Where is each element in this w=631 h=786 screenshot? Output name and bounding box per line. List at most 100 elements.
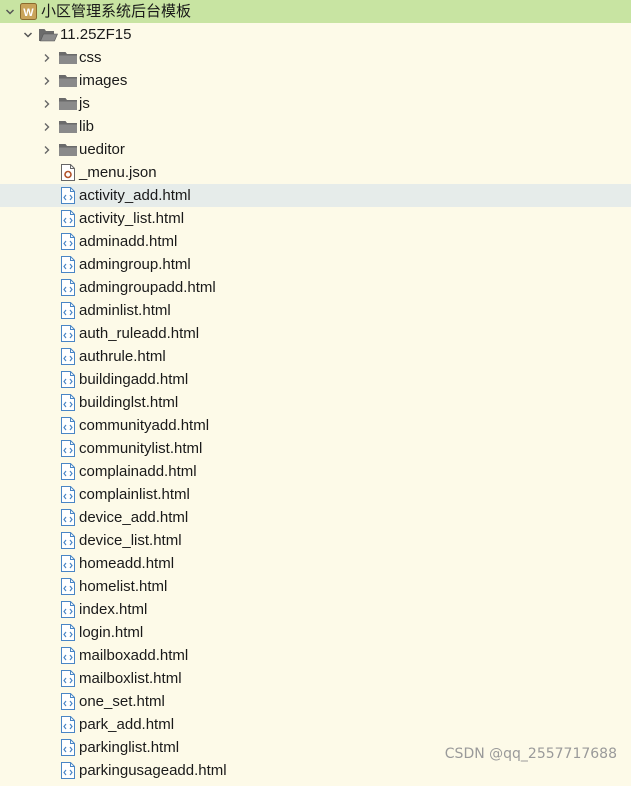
file-label: admingroupadd.html (79, 279, 216, 296)
tree-row-file[interactable]: adminlist.html (0, 299, 631, 322)
tree-row-file[interactable]: buildingadd.html (0, 368, 631, 391)
html-file-icon (61, 624, 79, 641)
html-file-icon (61, 532, 79, 549)
html-file-icon (61, 647, 79, 664)
html-file-icon (61, 509, 79, 526)
file-label: communitylist.html (79, 440, 203, 457)
html-file-icon (61, 187, 79, 204)
tree-row-folder[interactable]: lib (0, 115, 631, 138)
tree-row-file[interactable]: complainadd.html (0, 460, 631, 483)
file-label: complainlist.html (79, 486, 190, 503)
file-list: _menu.json activity_add.html activity_list… (0, 161, 631, 782)
html-file-icon (61, 233, 79, 250)
chevron-right-icon[interactable] (41, 69, 53, 92)
file-label: buildingadd.html (79, 371, 189, 388)
tree-row-file[interactable]: activity_add.html (0, 184, 631, 207)
tree-row-project[interactable]: W 小区管理系统后台模板 (0, 0, 631, 23)
tree-row-file[interactable]: _menu.json (0, 161, 631, 184)
folder-icon (58, 95, 77, 112)
tree-row-file[interactable]: authrule.html (0, 345, 631, 368)
tree-row-file[interactable]: one_set.html (0, 690, 631, 713)
html-file-icon (61, 693, 79, 710)
chevron-right-icon[interactable] (41, 115, 53, 138)
file-label: admingroup.html (79, 256, 191, 273)
project-label: 小区管理系统后台模板 (41, 3, 192, 20)
html-file-icon (61, 394, 79, 411)
html-file-icon (61, 762, 79, 779)
chevron-right-icon[interactable] (41, 46, 53, 69)
file-label: adminadd.html (79, 233, 178, 250)
web-project-icon: W (20, 3, 38, 20)
tree-row-file[interactable]: mailboxlist.html (0, 667, 631, 690)
file-label: parkingusageadd.html (79, 762, 227, 779)
chevron-down-icon[interactable] (4, 0, 16, 23)
tree-row-file[interactable]: homelist.html (0, 575, 631, 598)
file-label: communityadd.html (79, 417, 210, 434)
file-label: buildinglst.html (79, 394, 179, 411)
html-file-icon (61, 325, 79, 342)
html-file-icon (61, 486, 79, 503)
tree-row-file[interactable]: admingroup.html (0, 253, 631, 276)
file-label: homelist.html (79, 578, 168, 595)
folder-icon (58, 72, 77, 89)
folder-icon (58, 118, 77, 135)
chevron-right-icon[interactable] (41, 138, 53, 161)
file-label: one_set.html (79, 693, 165, 710)
tree-row-file[interactable]: complainlist.html (0, 483, 631, 506)
html-file-icon (61, 371, 79, 388)
tree-row-folder[interactable]: js (0, 92, 631, 115)
file-label: homeadd.html (79, 555, 175, 572)
file-label: mailboxadd.html (79, 647, 189, 664)
folder-label: js (79, 95, 90, 112)
html-file-icon (61, 279, 79, 296)
file-label: device_add.html (79, 509, 189, 526)
root-folder-label: 11.25ZF15 (60, 26, 132, 43)
file-label: mailboxlist.html (79, 670, 182, 687)
tree-row-file[interactable]: homeadd.html (0, 552, 631, 575)
folder-label: css (79, 49, 102, 66)
html-file-icon (61, 555, 79, 572)
chevron-right-icon[interactable] (41, 92, 53, 115)
watermark: CSDN @qq_2557717688 (444, 746, 617, 762)
tree-row-file[interactable]: adminadd.html (0, 230, 631, 253)
tree-row-file[interactable]: index.html (0, 598, 631, 621)
html-file-icon (61, 440, 79, 457)
tree-row-file[interactable]: communitylist.html (0, 437, 631, 460)
chevron-down-icon[interactable] (22, 23, 34, 46)
tree-row-file[interactable]: device_list.html (0, 529, 631, 552)
tree-row-folder[interactable]: css (0, 46, 631, 69)
folder-icon (58, 141, 77, 158)
html-file-icon (61, 463, 79, 480)
tree-row-file[interactable]: admingroupadd.html (0, 276, 631, 299)
file-label: authrule.html (79, 348, 166, 365)
html-file-icon (61, 716, 79, 733)
tree-row-file[interactable]: buildinglst.html (0, 391, 631, 414)
tree-row-file[interactable]: communityadd.html (0, 414, 631, 437)
json-file-icon (61, 164, 79, 181)
folder-label: images (79, 72, 128, 89)
tree-row-file[interactable]: auth_ruleadd.html (0, 322, 631, 345)
tree-row-file[interactable]: activity_list.html (0, 207, 631, 230)
tree-row-file[interactable]: mailboxadd.html (0, 644, 631, 667)
html-file-icon (61, 302, 79, 319)
folder-label: ueditor (79, 141, 125, 158)
tree-row-file[interactable]: parkingusageadd.html (0, 759, 631, 782)
html-file-icon (61, 739, 79, 756)
tree-row-file[interactable]: login.html (0, 621, 631, 644)
file-label: complainadd.html (79, 463, 197, 480)
file-label: activity_list.html (79, 210, 185, 227)
html-file-icon (61, 601, 79, 618)
file-label: device_list.html (79, 532, 182, 549)
html-file-icon (61, 417, 79, 434)
svg-text:W: W (23, 7, 34, 19)
project-explorer-tree: W 小区管理系统后台模板 11.25ZF15 css images js lib… (0, 0, 631, 782)
html-file-icon (61, 670, 79, 687)
tree-row-folder[interactable]: images (0, 69, 631, 92)
tree-row-file[interactable]: device_add.html (0, 506, 631, 529)
tree-row-file[interactable]: park_add.html (0, 713, 631, 736)
tree-row-folder[interactable]: ueditor (0, 138, 631, 161)
file-label: parkinglist.html (79, 739, 180, 756)
tree-row-root-folder[interactable]: 11.25ZF15 (0, 23, 631, 46)
file-label: adminlist.html (79, 302, 171, 319)
file-label: park_add.html (79, 716, 175, 733)
